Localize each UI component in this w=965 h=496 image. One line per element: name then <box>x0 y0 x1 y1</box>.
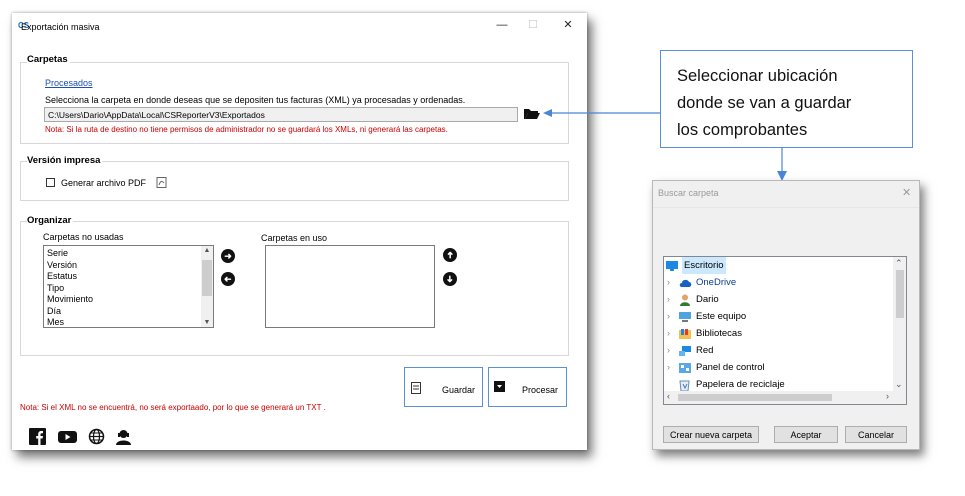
tree-item-label: Dario <box>696 294 719 305</box>
save-icon <box>411 382 421 394</box>
callout-line-1: Seleccionar ubicación <box>677 67 838 85</box>
list-item[interactable]: Estatus <box>44 271 213 283</box>
scroll-thumb[interactable] <box>202 260 212 296</box>
scroll-right-icon[interactable]: › <box>886 391 889 401</box>
version-impresa-title: Versión impresa <box>27 155 103 166</box>
tree-item-label: Panel de control <box>696 362 765 373</box>
used-folders-label: Carpetas en uso <box>261 233 328 243</box>
tree-item-label: Red <box>696 345 714 356</box>
tree-item-label: Escritorio <box>682 257 726 274</box>
move-down-button[interactable]: ➜ <box>443 272 457 286</box>
move-up-button[interactable]: ➜ <box>443 248 457 262</box>
tree-horizontal-scrollbar[interactable]: ‹ › <box>664 391 906 404</box>
scroll-down-icon[interactable]: ⌄ <box>895 379 903 390</box>
tree-item-label: OneDrive <box>696 277 737 288</box>
list-item[interactable]: Tipo <box>44 283 213 295</box>
chevron-right-icon[interactable]: › <box>667 308 670 325</box>
recycle-bin-icon <box>679 379 691 392</box>
tree-item-label: Este equipo <box>696 311 747 322</box>
libraries-icon <box>679 328 691 339</box>
facebook-icon[interactable] <box>29 428 46 445</box>
support-agent-icon[interactable] <box>115 428 132 445</box>
chevron-right-icon[interactable]: › <box>667 274 670 291</box>
callout-line-2: donde se van a guardar <box>677 94 852 112</box>
youtube-icon[interactable] <box>58 428 77 445</box>
scroll-down-icon[interactable]: ▼ <box>201 319 213 326</box>
tree-item-este-equipo[interactable]: › Este equipo <box>664 308 906 325</box>
cancel-button[interactable]: Cancelar <box>845 426 907 443</box>
tree-item-label: Bibliotecas <box>696 328 742 339</box>
process-icon <box>494 381 505 392</box>
chevron-right-icon[interactable]: › <box>667 359 670 376</box>
user-folder-icon <box>679 294 691 306</box>
move-right-button[interactable]: ➜ <box>221 249 235 263</box>
generate-pdf-checkbox[interactable] <box>46 178 55 187</box>
tree-item-escritorio[interactable]: Escritorio <box>664 257 906 274</box>
folder-tree[interactable]: Escritorio › OneDrive › Dario › Este equ… <box>663 256 907 405</box>
computer-icon <box>679 311 691 322</box>
control-panel-icon <box>679 362 691 373</box>
chevron-right-icon[interactable]: › <box>667 325 670 342</box>
tree-item-bibliotecas[interactable]: › Bibliotecas <box>664 325 906 342</box>
minimize-button[interactable]: — <box>487 17 517 33</box>
destination-path-field[interactable]: C:\Users\Dario\AppData\Local\CSReporterV… <box>44 107 518 122</box>
procesados-link[interactable]: Procesados <box>45 78 93 88</box>
network-icon <box>679 345 691 356</box>
tree-item-dario[interactable]: › Dario <box>664 291 906 308</box>
pdf-document-icon <box>156 177 167 188</box>
carpetas-title: Carpetas <box>27 54 70 65</box>
maximize-button: ☐ <box>528 19 538 31</box>
unused-folders-label: Carpetas no usadas <box>43 232 124 242</box>
tree-item-onedrive[interactable]: › OneDrive <box>664 274 906 291</box>
callout-pointer-arrow <box>543 109 660 117</box>
scroll-up-icon[interactable]: ▲ <box>201 247 213 254</box>
dialog-title: Buscar carpeta <box>658 188 719 198</box>
list-item[interactable]: Mes <box>44 317 213 327</box>
list-item[interactable]: Serie <box>44 248 213 260</box>
process-button[interactable]: Procesar <box>488 367 567 407</box>
organizar-title: Organizar <box>27 215 74 226</box>
open-folder-icon[interactable] <box>523 106 541 121</box>
carpetas-description: Selecciona la carpeta en donde deseas qu… <box>45 95 466 105</box>
callout-down-arrow <box>777 147 787 181</box>
callout-line-3: los comprobantes <box>677 121 808 139</box>
tree-item-panel-de-control[interactable]: › Panel de control <box>664 359 906 376</box>
list-item[interactable]: Movimiento <box>44 294 213 306</box>
save-button[interactable]: Guardar <box>404 367 483 407</box>
process-label: Procesar <box>522 385 559 395</box>
new-folder-button[interactable]: Crear nueva carpeta <box>663 426 759 443</box>
onedrive-cloud-icon <box>679 277 692 287</box>
tree-vertical-scrollbar[interactable]: ⌃ ⌄ <box>893 257 906 393</box>
close-button[interactable]: ✕ <box>553 17 583 33</box>
accept-button[interactable]: Aceptar <box>774 426 838 443</box>
move-left-button[interactable]: ➜ <box>221 272 235 286</box>
scroll-up-icon[interactable]: ⌃ <box>895 258 903 269</box>
scroll-left-icon[interactable]: ‹ <box>667 391 670 401</box>
list-item[interactable]: Día <box>44 306 213 318</box>
list-item[interactable]: Versión <box>44 260 213 272</box>
unused-folders-list[interactable]: Serie Versión Estatus Tipo Movimiento Dí… <box>43 245 214 328</box>
scroll-thumb[interactable] <box>678 394 832 401</box>
unused-list-scrollbar[interactable]: ▲ ▼ <box>201 246 213 327</box>
window-title: Exportación masiva <box>21 22 100 32</box>
used-folders-list[interactable] <box>265 245 435 328</box>
chevron-right-icon[interactable]: › <box>667 342 670 359</box>
dialog-close-button[interactable]: ✕ <box>902 186 911 199</box>
tree-item-red[interactable]: › Red <box>664 342 906 359</box>
save-label: Guardar <box>442 385 476 395</box>
instruction-callout: Seleccionar ubicación donde se van a gua… <box>660 50 913 148</box>
dialog-divider <box>653 207 919 208</box>
desktop-icon <box>666 260 678 271</box>
permissions-note: Nota: Si la ruta de destino no tiene per… <box>45 125 448 134</box>
footer-note: Nota: Si el XML no se encuentrá, no será… <box>20 403 326 412</box>
chevron-right-icon[interactable]: › <box>667 291 670 308</box>
generate-pdf-label: Generar archivo PDF <box>61 178 147 188</box>
globe-icon[interactable] <box>88 428 105 445</box>
scroll-thumb[interactable] <box>896 270 904 318</box>
